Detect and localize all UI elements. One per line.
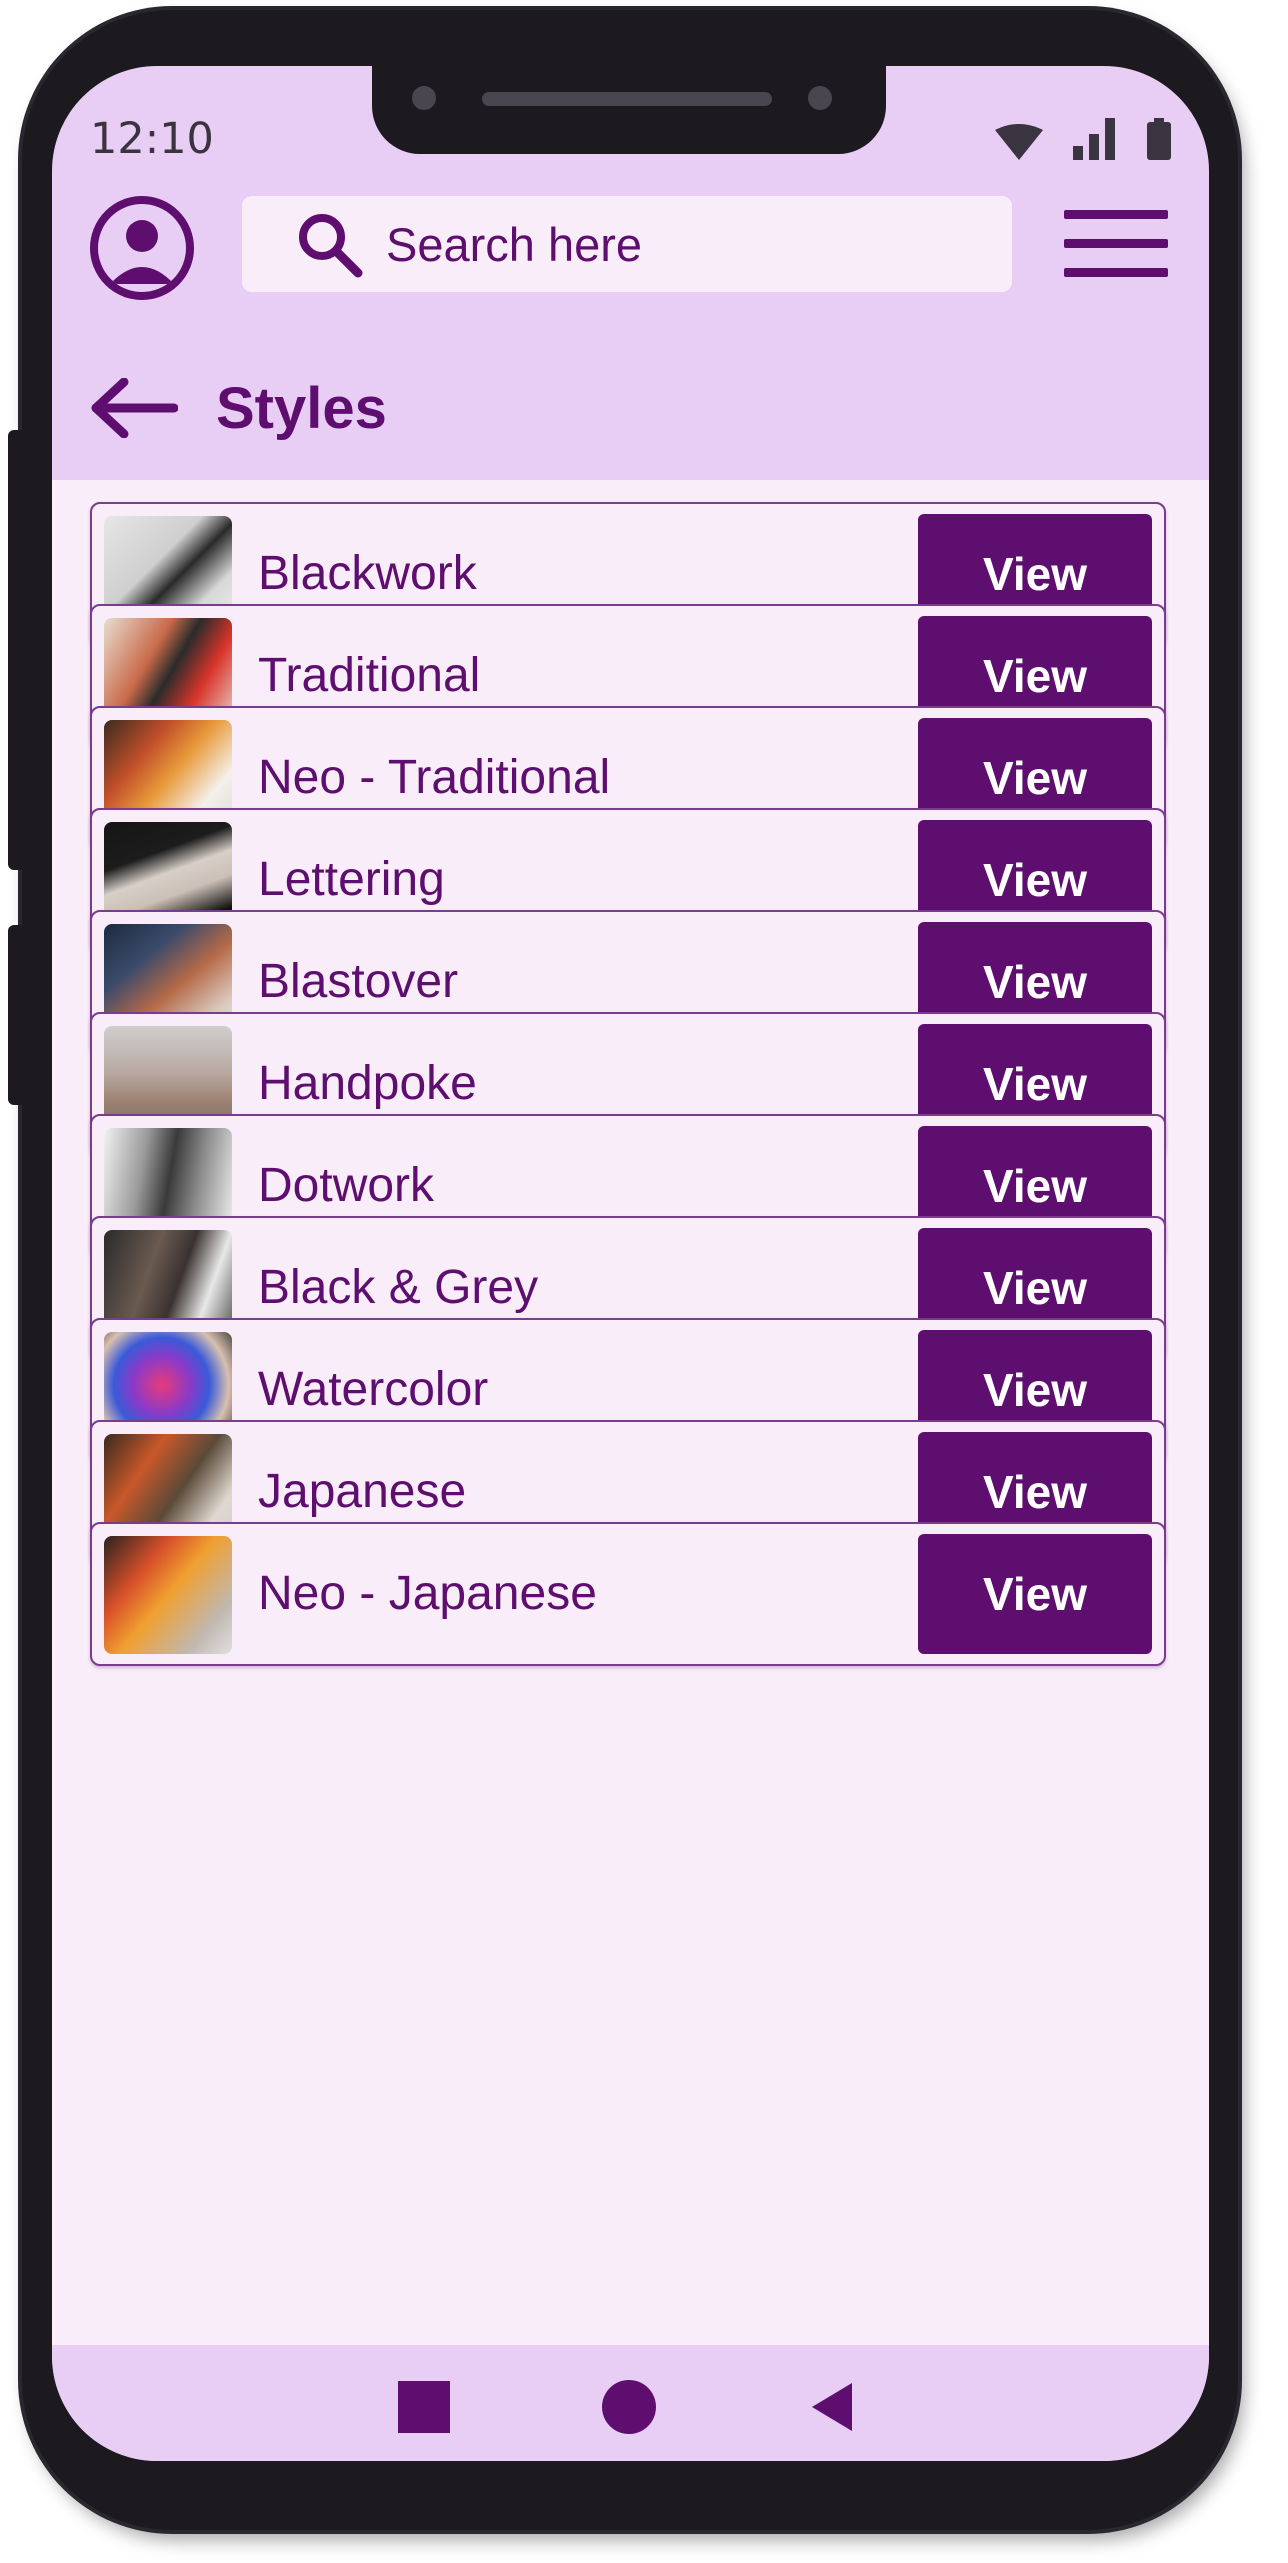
user-circle-icon[interactable] <box>90 196 194 300</box>
search-input[interactable] <box>384 215 948 273</box>
camera-dot <box>412 86 436 110</box>
app-screen: 12:10 Styles <box>52 66 1209 2461</box>
home-icon[interactable] <box>602 2380 656 2434</box>
speaker-grill <box>482 92 772 106</box>
system-nav-bar <box>52 2345 1209 2461</box>
hamburger-menu-icon[interactable] <box>1064 210 1168 280</box>
wifi-icon <box>995 124 1043 160</box>
style-name: Neo - Japanese <box>258 1567 597 1620</box>
battery-icon <box>1147 118 1171 160</box>
page-title: Styles <box>216 375 387 441</box>
search-bar[interactable] <box>242 196 1012 292</box>
arrow-left-icon[interactable] <box>88 378 178 438</box>
app-header <box>52 196 1209 316</box>
sensor-dot <box>808 86 832 110</box>
nav-back-icon[interactable] <box>812 2383 852 2431</box>
view-button[interactable]: View <box>918 1534 1152 1654</box>
list-item[interactable]: Neo - Japanese View <box>90 1522 1166 1666</box>
recent-apps-icon[interactable] <box>398 2381 450 2433</box>
search-icon <box>299 214 363 278</box>
signal-icon <box>1073 118 1115 160</box>
status-icons <box>995 118 1171 160</box>
side-button <box>8 925 26 1105</box>
style-thumbnail <box>104 1536 232 1654</box>
styles-list: Blackwork View Traditional View Neo - Tr… <box>52 480 1209 2345</box>
side-button <box>8 430 26 870</box>
status-bar: 12:10 <box>90 114 1171 164</box>
status-time: 12:10 <box>90 114 214 164</box>
page-title-bar: Styles <box>88 368 387 448</box>
